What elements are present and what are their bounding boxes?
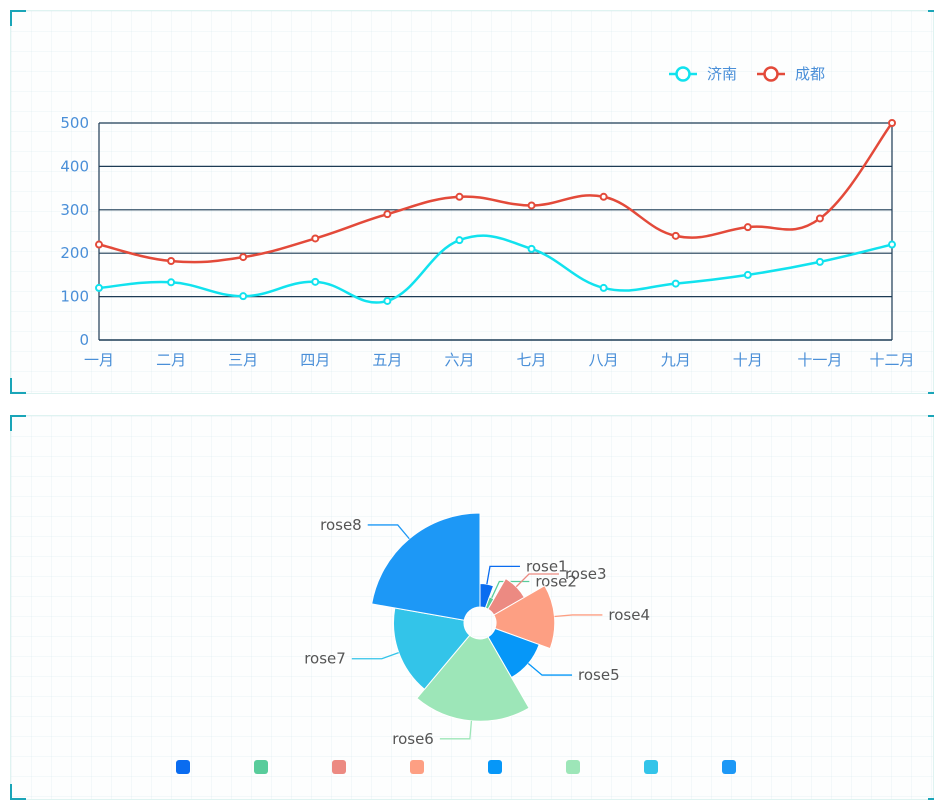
slice-label: rose5 — [578, 666, 620, 684]
y-tick-label: 100 — [60, 288, 89, 306]
data-point[interactable] — [239, 292, 248, 301]
x-tick-label: 十月 — [733, 351, 763, 369]
data-point[interactable] — [455, 236, 464, 245]
rose-slice[interactable] — [371, 512, 481, 621]
legend-swatch[interactable] — [566, 760, 580, 774]
rose-chart: rose1rose2rose3rose4rose5rose6rose7rose8 — [176, 512, 736, 774]
x-tick-label: 五月 — [372, 351, 402, 369]
legend-swatch[interactable] — [176, 760, 190, 774]
legend-swatch[interactable] — [488, 760, 502, 774]
y-tick-label: 300 — [60, 201, 89, 219]
line-chart-panel: 0 100 200 300 400 500 一月 二月 三月 四月 五月 六月 七月 八月 九月 十月 十一月 十… — [10, 10, 934, 394]
x-tick-label: 十一月 — [797, 351, 842, 369]
label-leader-line — [351, 651, 399, 660]
slice-label: rose7 — [304, 650, 346, 668]
legend-swatch[interactable] — [254, 760, 268, 774]
y-tick-label: 0 — [79, 331, 89, 349]
data-point[interactable] — [599, 283, 608, 292]
slice-label: rose8 — [320, 516, 362, 534]
x-tick-label: 三月 — [228, 351, 258, 369]
series-line — [98, 234, 893, 304]
x-tick-label: 十二月 — [869, 351, 914, 369]
legend-label[interactable]: 济南 — [707, 65, 737, 83]
data-point[interactable] — [95, 283, 103, 292]
label-leader-line — [367, 524, 410, 540]
legend-marker[interactable] — [675, 66, 691, 82]
rose-chart-panel: rose1 rose2 rose3 rose4 rose5 rose6 rose7 rose8 — [10, 415, 934, 800]
slice-label: rose6 — [392, 730, 434, 748]
series-line — [98, 122, 893, 264]
data-point[interactable] — [239, 253, 248, 262]
data-point[interactable] — [671, 279, 680, 288]
data-point[interactable] — [455, 192, 464, 201]
legend-swatch[interactable] — [332, 760, 346, 774]
x-tick-label: 七月 — [517, 351, 547, 369]
data-point[interactable] — [311, 234, 320, 243]
data-point[interactable] — [311, 277, 320, 286]
label-leader-line — [527, 662, 573, 676]
legend-swatch[interactable] — [722, 760, 736, 774]
data-point[interactable] — [527, 244, 536, 253]
y-tick-label: 200 — [60, 244, 89, 262]
data-point[interactable] — [95, 240, 103, 249]
x-tick-label: 八月 — [589, 351, 619, 369]
data-point[interactable] — [671, 231, 680, 240]
line-chart: 0 100 200 300 400 500 一月 二月 三月 四月 五月 六月 七月 八月 九月 十月 十一月 十… — [60, 65, 914, 369]
data-point[interactable] — [383, 296, 392, 305]
data-point[interactable] — [888, 119, 896, 127]
legend-marker[interactable] — [763, 66, 779, 82]
x-tick-label: 四月 — [300, 351, 330, 369]
data-point[interactable] — [815, 257, 824, 266]
x-tick-label: 九月 — [661, 351, 691, 369]
data-point[interactable] — [599, 192, 608, 201]
slice-label: rose4 — [608, 606, 650, 624]
data-point[interactable] — [888, 240, 896, 249]
data-point[interactable] — [167, 278, 176, 287]
x-tick-label: 二月 — [156, 351, 186, 369]
label-leader-line — [554, 614, 603, 618]
data-point[interactable] — [815, 214, 824, 223]
x-tick-label: 一月 — [84, 351, 114, 369]
label-leader-line — [439, 720, 473, 740]
data-point[interactable] — [743, 223, 752, 232]
legend-swatch[interactable] — [644, 760, 658, 774]
slice-label: rose3 — [565, 565, 607, 583]
data-point[interactable] — [527, 201, 536, 210]
legend-label[interactable]: 成都 — [795, 65, 825, 83]
data-point[interactable] — [743, 270, 752, 279]
data-point[interactable] — [167, 257, 176, 266]
y-tick-label: 500 — [60, 114, 89, 132]
data-point[interactable] — [383, 210, 392, 219]
y-tick-label: 400 — [60, 157, 89, 175]
x-tick-label: 六月 — [444, 351, 474, 369]
legend-swatch[interactable] — [410, 760, 424, 774]
